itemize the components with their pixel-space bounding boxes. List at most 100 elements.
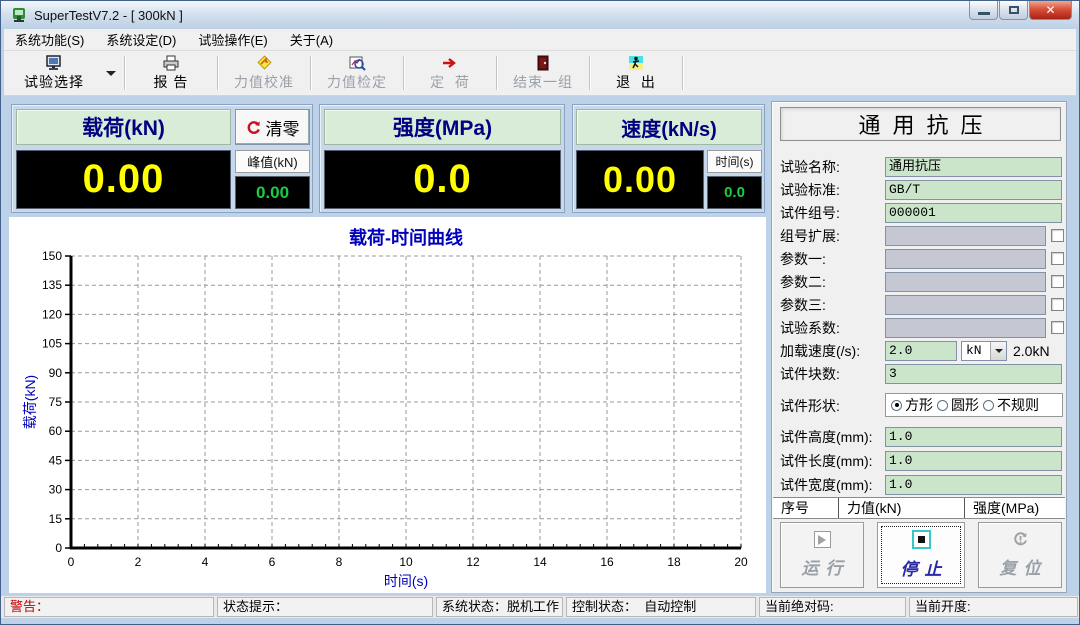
toolbar-separator [217, 56, 218, 90]
field-label: 试件形状: [780, 396, 840, 416]
radio-square[interactable]: 方形 [891, 395, 933, 415]
test-coefficient-field[interactable] [885, 318, 1046, 338]
field-label: 试件宽度(mm): [780, 475, 873, 495]
peak-value: 0.00 [235, 176, 310, 209]
door-icon [536, 54, 550, 71]
svg-text:105: 105 [42, 337, 62, 351]
param3-checkbox[interactable] [1051, 298, 1064, 311]
field-label: 参数一: [780, 249, 826, 269]
printer-icon [162, 54, 180, 71]
svg-text:90: 90 [49, 366, 63, 380]
svg-text:15: 15 [49, 512, 63, 526]
radio-icon [983, 400, 994, 411]
svg-text:0: 0 [55, 541, 62, 555]
radio-irregular[interactable]: 不规则 [983, 395, 1039, 415]
svg-text:载荷(kN): 载荷(kN) [22, 375, 38, 429]
clear-zero-button[interactable]: 清零 [235, 109, 310, 145]
svg-text:载荷-时间曲线: 载荷-时间曲线 [349, 227, 463, 248]
specimen-height-field[interactable]: 1.0 [885, 427, 1062, 447]
maximize-button[interactable] [999, 1, 1028, 20]
speed-title: 速度(kN/s) [576, 109, 762, 145]
stop-button[interactable]: 停止 [877, 522, 965, 588]
field-label: 试验系数: [780, 318, 840, 338]
svg-text:2: 2 [135, 555, 142, 569]
load-rate-field[interactable]: 2.0 [885, 341, 957, 361]
title-bar: SuperTestV7.2 - [ 300kN ] ✕ [1, 1, 1079, 29]
radio-icon [891, 400, 902, 411]
reset-button[interactable]: 复位 [978, 522, 1062, 588]
close-button[interactable]: ✕ [1029, 1, 1072, 20]
menu-about[interactable]: 关于(A) [279, 29, 344, 50]
magnifier-chart-icon [348, 54, 366, 71]
col-strength: 强度(MPa) [965, 498, 1065, 518]
param2-checkbox[interactable] [1051, 275, 1064, 288]
field-label: 试件高度(mm): [780, 427, 873, 447]
force-verify-button[interactable]: 力值检定 [313, 51, 401, 95]
specimen-length-field[interactable]: 1.0 [885, 451, 1062, 471]
exit-running-man-icon [628, 54, 644, 71]
field-label: 试件组号: [780, 203, 840, 223]
close-icon: ✕ [1045, 3, 1055, 17]
svg-text:150: 150 [42, 249, 62, 263]
toolbar-separator [310, 56, 311, 90]
svg-text:45: 45 [49, 453, 63, 467]
test-name-field[interactable]: 通用抗压 [885, 157, 1062, 177]
status-system-state: 系统状态：脱机工作 [436, 597, 563, 617]
group-ext-field[interactable] [885, 226, 1046, 246]
test-coefficient-checkbox[interactable] [1051, 321, 1064, 334]
load-display-panel: 载荷(kN) 清零 0.00 峰值(kN) 0.00 [11, 104, 313, 213]
exit-button[interactable]: 退 出 [592, 51, 680, 95]
status-warning: 警告： [4, 597, 214, 617]
strength-title: 强度(MPa) [324, 109, 561, 145]
unit-select[interactable]: kN [961, 341, 1007, 361]
test-type-title: 通用抗压 [780, 107, 1061, 141]
speed-display-panel: 速度(kN/s) 0.00 时间(s) 0.0 [572, 104, 765, 213]
app-window: SuperTestV7.2 - [ 300kN ] ✕ 系统功能(S) 系统设定… [0, 0, 1080, 625]
radio-icon [937, 400, 948, 411]
specimen-width-field[interactable]: 1.0 [885, 475, 1062, 495]
svg-text:120: 120 [42, 307, 62, 321]
svg-text:12: 12 [466, 555, 480, 569]
menu-system-settings[interactable]: 系统设定(D) [95, 29, 187, 50]
svg-text:8: 8 [336, 555, 343, 569]
report-button[interactable]: 报 告 [127, 51, 215, 95]
param1-checkbox[interactable] [1051, 252, 1064, 265]
specimen-group-field[interactable]: 000001 [885, 203, 1062, 223]
reset-icon [1012, 531, 1029, 548]
group-ext-checkbox[interactable] [1051, 229, 1064, 242]
chart-container: 0153045607590105120135150024681012141618… [9, 217, 766, 593]
hold-load-button[interactable]: 定 荷 [406, 51, 494, 95]
svg-text:时间(s): 时间(s) [384, 573, 428, 589]
status-control-state: 控制状态： 自动控制 [566, 597, 756, 617]
time-value: 0.0 [707, 176, 762, 209]
param1-field[interactable] [885, 249, 1046, 269]
load-title: 载荷(kN) [16, 109, 231, 145]
monitor-icon [45, 54, 63, 71]
svg-text:6: 6 [269, 555, 276, 569]
combo-dropdown-button[interactable] [990, 342, 1006, 360]
block-count-field[interactable]: 3 [885, 364, 1062, 384]
rate-display: 2.0kN [1013, 341, 1050, 361]
toolbar-separator [496, 56, 497, 90]
time-label: 时间(s) [707, 150, 762, 173]
test-select-dropdown[interactable] [100, 51, 122, 95]
run-button[interactable]: 运行 [780, 522, 864, 588]
force-calibrate-button[interactable]: 力值校准 [220, 51, 308, 95]
minimize-button[interactable] [969, 1, 998, 20]
calibrate-icon [255, 54, 273, 71]
status-opening: 当前开度: [909, 597, 1078, 617]
test-standard-field[interactable]: GB/T [885, 180, 1062, 200]
maximize-icon [1009, 6, 1019, 14]
test-select-button[interactable]: 试验选择 [8, 51, 100, 95]
param2-field[interactable] [885, 272, 1046, 292]
param3-field[interactable] [885, 295, 1046, 315]
app-icon [11, 7, 27, 23]
radio-round[interactable]: 圆形 [937, 395, 979, 415]
load-value: 0.00 [16, 150, 231, 209]
menu-test-operation[interactable]: 试验操作(E) [187, 29, 278, 50]
status-abs-code: 当前绝对码: [759, 597, 906, 617]
stop-icon [912, 530, 931, 549]
end-group-button[interactable]: 结束一组 [499, 51, 587, 95]
toolbar-separator [682, 56, 683, 90]
menu-system-function[interactable]: 系统功能(S) [4, 29, 95, 50]
